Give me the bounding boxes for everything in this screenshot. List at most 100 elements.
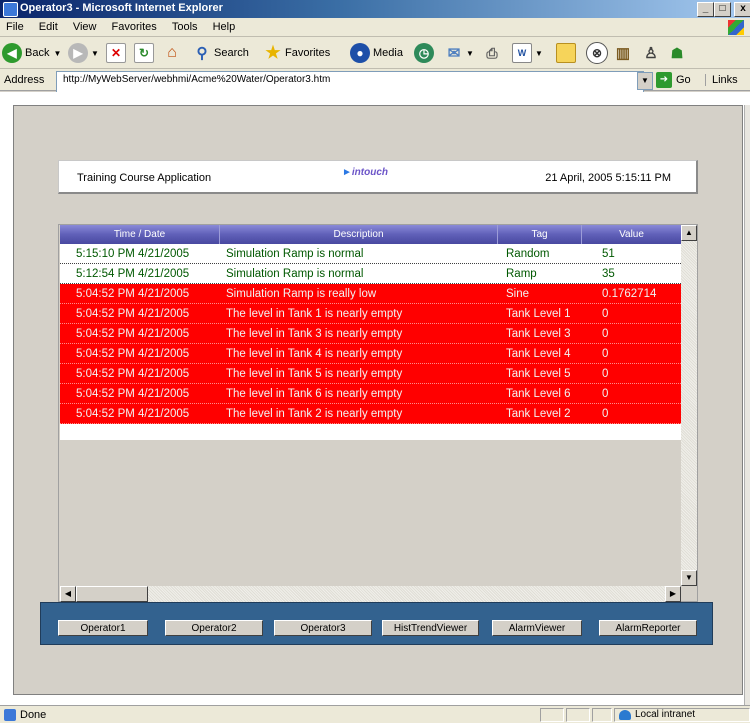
alarm-description-cell: Simulation Ramp is normal (226, 267, 364, 280)
back-button[interactable]: ◀ Back ▼ (2, 42, 61, 64)
alarm-description-cell: The level in Tank 1 is nearly empty (226, 307, 403, 320)
mail-button[interactable]: ✉ ▼ (445, 42, 474, 64)
column-header-tag[interactable]: Tag (498, 225, 582, 244)
favorites-button[interactable]: ★ Favorites (264, 42, 330, 64)
refresh-button[interactable]: ↻ (134, 42, 157, 64)
messenger-people-button[interactable]: ☗ (668, 42, 689, 64)
scroll-up-arrow-icon[interactable]: ▲ (681, 225, 697, 241)
maximize-button[interactable]: □ (714, 2, 731, 17)
alarm-grid-header: Time / Date Description Tag Value (60, 225, 681, 244)
ie-page-icon (3, 2, 18, 17)
status-panel (592, 708, 612, 722)
mail-dropdown-icon: ▼ (466, 48, 474, 58)
alarm-tag-cell: Tank Level 6 (506, 387, 571, 400)
status-text: Done (20, 709, 47, 721)
alarm-time-cell: 5:04:52 PM 4/21/2005 (76, 407, 190, 420)
nav-operator1-button[interactable]: Operator1 (58, 620, 148, 636)
messenger-button[interactable]: ⊗ (586, 42, 611, 64)
messenger-icon: ⊗ (586, 42, 608, 64)
nav-alarmviewer-button[interactable]: AlarmViewer (492, 620, 582, 636)
back-dropdown-icon: ▼ (53, 48, 62, 58)
menu-favorites[interactable]: Favorites (106, 18, 163, 33)
search-button[interactable]: ⚲ Search (193, 42, 249, 64)
grid-horizontal-scrollbar[interactable]: ◀ ▶ (60, 586, 681, 602)
nav-operator3-button[interactable]: Operator3 (274, 620, 372, 636)
horizontal-scroll-thumb[interactable] (76, 586, 148, 602)
alarm-row[interactable]: 5:04:52 PM 4/21/2005 Simulation Ramp is r… (60, 284, 681, 304)
alarm-grid: Time / Date Description Tag Value 5:15:1… (58, 224, 698, 602)
alarm-tag-cell: Tank Level 2 (506, 407, 571, 420)
menu-edit[interactable]: Edit (33, 18, 64, 33)
column-header-time[interactable]: Time / Date (60, 225, 220, 244)
toolbar: ◀ Back ▼ ▶ ▼ ✕ ↻ ⌂ ⚲ Search ★ Favorites … (0, 37, 750, 69)
alarm-description-cell: The level in Tank 6 is nearly empty (226, 387, 403, 400)
current-datetime: 21 April, 2005 5:15:11 PM (545, 172, 671, 184)
alarm-description-cell: The level in Tank 2 is nearly empty (226, 407, 403, 420)
alarm-value-cell: 51 (602, 247, 615, 260)
home-icon: ⌂ (167, 44, 177, 61)
alarm-row[interactable]: 5:15:10 PM 4/21/2005 Simulation Ramp is n… (60, 244, 681, 264)
media-label: Media (373, 47, 403, 59)
go-arrow-icon: ➜ (656, 72, 672, 88)
column-header-description[interactable]: Description (220, 225, 498, 244)
media-button[interactable]: ● Media (350, 42, 403, 64)
alarm-description-cell: Simulation Ramp is really low (226, 287, 377, 300)
menu-help[interactable]: Help (207, 18, 242, 33)
alarm-row[interactable]: 5:04:52 PM 4/21/2005 The level in Tank 5 … (60, 364, 681, 384)
go-label: Go (676, 74, 691, 86)
print-button[interactable]: ⎙ (483, 42, 504, 64)
scroll-left-arrow-icon[interactable]: ◀ (60, 586, 76, 602)
alarm-row[interactable]: 5:04:52 PM 4/21/2005 The level in Tank 3 … (60, 324, 681, 344)
zone-label: Local intranet (635, 709, 696, 720)
menu-file[interactable]: File (0, 18, 30, 33)
links-button[interactable]: Links (705, 74, 738, 86)
alarm-time-cell: 5:12:54 PM 4/21/2005 (76, 267, 190, 280)
nav-operator2-button[interactable]: Operator2 (165, 620, 263, 636)
address-input[interactable]: http://MyWebServer/webhmi/Acme%20Water/O… (56, 71, 644, 93)
app-title: Training Course Application (77, 172, 212, 184)
refresh-icon: ↻ (134, 43, 154, 63)
search-icon: ⚲ (196, 45, 208, 62)
logo-text: intouch (351, 167, 389, 178)
print-icon: ⎙ (486, 44, 498, 61)
alarm-tag-cell: Tank Level 5 (506, 367, 571, 380)
alarm-row[interactable]: 5:04:52 PM 4/21/2005 The level in Tank 4 … (60, 344, 681, 364)
nav-alarmreporter-button[interactable]: AlarmReporter (599, 620, 697, 636)
scroll-right-arrow-icon[interactable]: ▶ (665, 586, 681, 602)
mail-icon: ✉ (447, 45, 461, 62)
alarm-row[interactable]: 5:04:52 PM 4/21/2005 The level in Tank 2 … (60, 404, 681, 424)
alarm-row[interactable]: 5:12:54 PM 4/21/2005 Simulation Ramp is n… (60, 264, 681, 284)
menu-view[interactable]: View (67, 18, 103, 33)
close-button[interactable]: x (734, 2, 750, 17)
page-scrollbar[interactable] (744, 105, 750, 705)
menu-tools[interactable]: Tools (166, 18, 204, 33)
alarm-description-cell: The level in Tank 4 is nearly empty (226, 347, 403, 360)
folder-icon (556, 43, 576, 63)
edit-button[interactable]: W ▼ (512, 42, 543, 64)
stop-button[interactable]: ✕ (106, 42, 129, 64)
alarm-row[interactable]: 5:04:52 PM 4/21/2005 The level in Tank 6 … (60, 384, 681, 404)
alarm-time-cell: 5:04:52 PM 4/21/2005 (76, 367, 190, 380)
address-dropdown-icon[interactable]: ▼ (637, 72, 653, 90)
discuss-button[interactable] (556, 42, 579, 64)
column-header-value[interactable]: Value (582, 225, 681, 244)
menu-bar: File Edit View Favorites Tools Help (0, 18, 750, 37)
stop-icon: ✕ (106, 43, 126, 63)
home-button[interactable]: ⌂ (163, 42, 184, 64)
nav-histtrendviewer-button[interactable]: HistTrendViewer (382, 620, 479, 636)
people-icon: ☗ (670, 44, 684, 61)
alarm-row[interactable]: 5:04:52 PM 4/21/2005 The level in Tank 1 … (60, 304, 681, 324)
research-button[interactable]: ▥ (614, 42, 635, 64)
alarm-time-cell: 5:04:52 PM 4/21/2005 (76, 387, 190, 400)
minimize-button[interactable]: _ (697, 2, 714, 17)
alarm-tag-cell: Ramp (506, 267, 537, 280)
grid-vertical-scrollbar[interactable]: ▲ ▼ (681, 225, 697, 586)
app-header: Training Course Application ►intouch 21 … (58, 160, 698, 194)
user-button[interactable]: ♙ (642, 42, 663, 64)
forward-button[interactable]: ▶ ▼ (68, 42, 99, 64)
go-button[interactable]: ➜ Go (656, 72, 691, 88)
history-button[interactable]: ◷ (414, 42, 437, 64)
alarm-value-cell: 0.1762714 (602, 287, 657, 300)
alarm-value-cell: 0 (602, 307, 609, 320)
scroll-down-arrow-icon[interactable]: ▼ (681, 570, 697, 586)
